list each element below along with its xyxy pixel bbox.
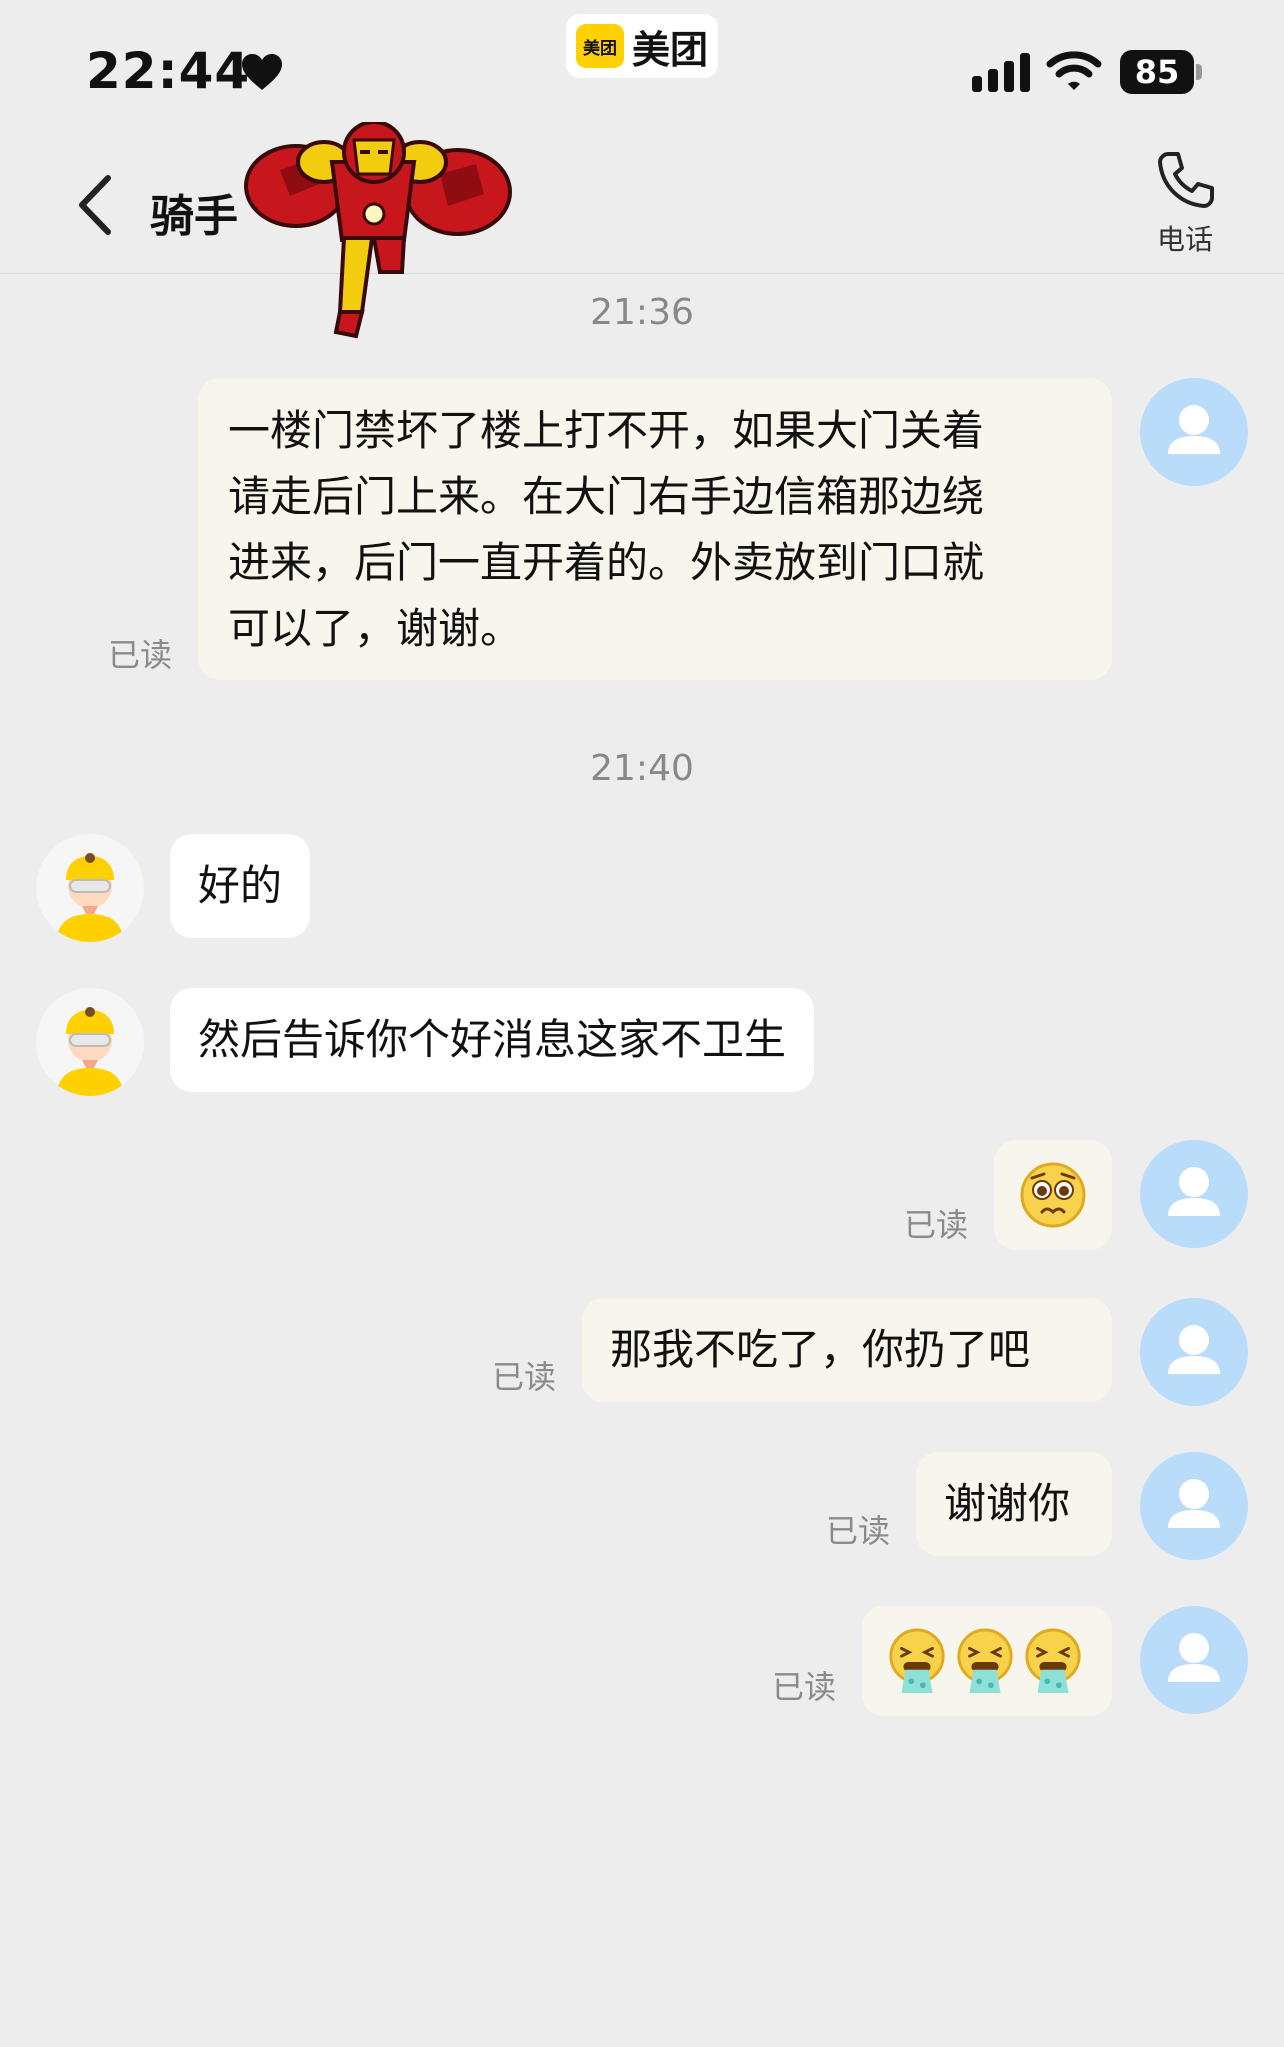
timestamp: 21:40 — [590, 748, 694, 789]
heart-icon — [242, 54, 282, 90]
status-bar: 22:44 美团 美团 85 — [0, 0, 1284, 130]
rider-avatar-icon — [56, 853, 124, 942]
user-icon — [1168, 1325, 1220, 1374]
message-line: 可以了，谢谢。 — [228, 604, 523, 653]
chat-screen: 22:44 美团 美团 85 骑手 电话 21:36 已读 一楼门禁坏了楼上打不… — [0, 0, 1284, 2047]
rider-avatar-icon — [56, 1007, 124, 1096]
message-text: 好的 — [198, 861, 283, 910]
my-avatar[interactable] — [1140, 1298, 1248, 1406]
read-status: 已读 — [904, 1206, 969, 1244]
battery-tip — [1196, 64, 1202, 80]
chat-header: 骑手 电话 — [0, 122, 1284, 339]
battery-indicator: 85 — [1120, 50, 1202, 94]
meituan-logo: 美团 — [575, 24, 624, 68]
app-pill[interactable]: 美团 美团 — [566, 14, 718, 78]
read-status: 已读 — [826, 1512, 891, 1550]
back-button[interactable] — [70, 170, 120, 240]
vomiting-face-emoji — [957, 1628, 1013, 1693]
pleading-face-emoji — [1020, 1162, 1086, 1228]
message-bubble-me[interactable]: 那我不吃了，你扔了吧 — [582, 1298, 1112, 1402]
message-line: 请走后门上来。在大门右手边信箱那边绕 — [228, 472, 985, 521]
signal-icon — [972, 53, 1030, 92]
user-icon — [1168, 1479, 1220, 1528]
page-title: 骑手 — [150, 191, 238, 242]
user-icon — [1168, 405, 1220, 454]
read-status: 已读 — [108, 636, 173, 674]
emoji-row — [886, 1626, 1088, 1696]
my-avatar[interactable] — [1140, 1452, 1248, 1560]
my-avatar[interactable] — [1140, 378, 1248, 486]
read-status: 已读 — [772, 1668, 837, 1706]
timestamp: 21:36 — [590, 292, 694, 333]
message-text: 然后告诉你个好消息这家不卫生 — [198, 1015, 787, 1064]
read-status: 已读 — [492, 1358, 557, 1396]
rider-avatar[interactable] — [36, 988, 144, 1096]
call-label: 电话 — [1156, 223, 1213, 256]
message-bubble-rider[interactable]: 好的 — [170, 834, 311, 938]
message-bubble-me[interactable]: 谢谢你 — [916, 1452, 1112, 1556]
message-bubble-me[interactable] — [994, 1140, 1112, 1250]
my-avatar[interactable] — [1140, 1140, 1248, 1248]
message-bubble-me[interactable]: 一楼门禁坏了楼上打不开，如果大门关着 请走后门上来。在大门右手边信箱那边绕 进来… — [198, 378, 1112, 680]
battery-level: 85 — [1120, 50, 1194, 94]
message-text: 谢谢你 — [944, 1479, 1071, 1528]
user-icon — [1168, 1167, 1220, 1216]
message-line: 一楼门禁坏了楼上打不开，如果大门关着 — [228, 406, 985, 455]
user-icon — [1168, 1633, 1220, 1682]
phone-icon — [1158, 152, 1214, 208]
vomiting-face-emoji — [889, 1628, 945, 1693]
wifi-icon — [1046, 51, 1102, 90]
message-text: 那我不吃了，你扔了吧 — [610, 1325, 1031, 1374]
message-bubble-me[interactable] — [862, 1606, 1112, 1716]
app-name: 美团 — [631, 27, 708, 72]
message-bubble-rider[interactable]: 然后告诉你个好消息这家不卫生 — [170, 988, 815, 1092]
vomiting-face-emoji — [1025, 1628, 1081, 1693]
rider-avatar[interactable] — [36, 834, 144, 942]
my-avatar[interactable] — [1140, 1606, 1248, 1714]
call-button[interactable]: 电话 — [1140, 148, 1230, 268]
message-line: 进来，后门一直开着的。外卖放到门口就 — [228, 538, 985, 587]
clock: 22:44 — [86, 42, 251, 100]
